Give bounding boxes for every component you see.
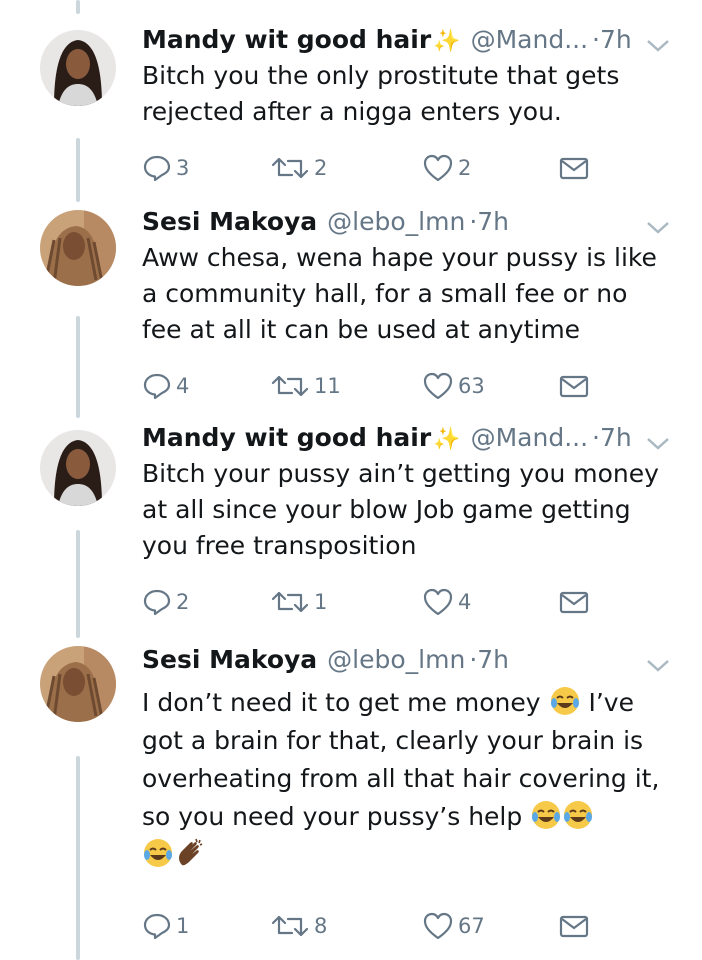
clap-emoji [174,837,206,869]
retweet-icon [270,153,310,183]
direct-message-button[interactable] [558,584,590,620]
like-count: 63 [458,374,485,398]
chevron-down-icon[interactable] [644,30,672,52]
chevron-down-icon[interactable] [644,428,672,450]
joy-emoji [562,799,594,831]
username-handle[interactable]: @lebo_lmn [327,645,465,674]
direct-message-button[interactable] [558,368,590,404]
heart-icon [422,371,454,401]
display-name[interactable]: Sesi Makoya [142,645,317,674]
username-handle[interactable]: @Mand... [471,423,588,452]
envelope-icon [558,371,590,401]
tweet-header: Mandy wit good hair✨ @Mand... ·7h [142,420,672,456]
timestamp[interactable]: 7h [600,423,632,452]
reply-icon [142,911,172,941]
reply-count: 1 [176,914,190,938]
retweet-icon [270,911,310,941]
chevron-down-icon[interactable] [644,650,672,672]
reply-icon [142,371,172,401]
direct-message-button[interactable] [558,150,590,186]
tweet-header: Sesi Makoya @lebo_lmn ·7h [142,642,672,678]
tweet-text: Bitch you the only prostitute that gets … [142,61,620,126]
retweet-icon [270,587,310,617]
heart-icon [422,911,454,941]
retweet-button[interactable]: 2 [270,150,327,186]
like-count: 2 [458,156,472,180]
retweet-button[interactable]: 8 [270,908,327,944]
separator-dot: · [592,423,600,452]
joy-emoji [549,685,581,717]
retweet-count: 11 [314,374,341,398]
heart-icon [422,587,454,617]
tweet-actions: 2 1 4 [142,584,602,620]
like-count: 4 [458,590,472,614]
avatar-image [40,646,116,722]
retweet-count: 8 [314,914,328,938]
display-name[interactable]: Sesi Makoya [142,207,317,236]
thread-line-top [76,0,80,14]
sparkles-emoji: ✨ [433,427,461,452]
tweet-header: Mandy wit good hair✨ @Mand... ·7h [142,22,672,58]
retweet-button[interactable]: 11 [270,368,341,404]
joy-emoji [142,837,174,869]
retweet-count: 1 [314,590,328,614]
tweet[interactable]: Mandy wit good hair✨ @Mand... ·7h Bitch yo… [0,22,702,202]
tweet-actions: 1 8 67 [142,908,602,944]
reply-button[interactable]: 4 [142,368,189,404]
avatar[interactable] [40,646,116,722]
reply-count: 4 [176,374,190,398]
direct-message-button[interactable] [558,908,590,944]
tweet[interactable]: Mandy wit good hair✨ @Mand... ·7h Bitch yo… [0,420,702,638]
display-name[interactable]: Mandy wit good hair [142,423,431,452]
tweet-actions: 3 2 2 [142,150,602,186]
envelope-icon [558,587,590,617]
username-handle[interactable]: @Mand... [471,25,588,54]
envelope-icon [558,911,590,941]
like-button[interactable]: 2 [422,150,471,186]
envelope-icon [558,153,590,183]
reply-icon [142,587,172,617]
display-name[interactable]: Mandy wit good hair [142,25,431,54]
joy-emoji [530,799,562,831]
like-count: 67 [458,914,485,938]
avatar[interactable] [40,30,116,106]
reply-icon [142,153,172,183]
tweet-text: Aww chesa, wena hape your pussy is like … [142,243,657,344]
sparkles-emoji: ✨ [433,29,461,54]
avatar-image [40,30,116,106]
avatar-image [40,210,116,286]
timestamp[interactable]: 7h [600,25,632,54]
avatar[interactable] [40,430,116,506]
retweet-icon [270,371,310,401]
tweet-actions: 4 11 63 [142,368,602,404]
like-button[interactable]: 4 [422,584,471,620]
avatar[interactable] [40,210,116,286]
tweet-text: I don’t need it to get me money I’ve got… [142,684,662,874]
heart-icon [422,153,454,183]
retweet-count: 2 [314,156,328,180]
like-button[interactable]: 67 [422,908,485,944]
reply-button[interactable]: 1 [142,908,189,944]
tweet-header: Sesi Makoya @lebo_lmn ·7h [142,204,672,240]
separator-dot: · [592,25,600,54]
tweet-text-part-1: I don’t need it to get me money [142,688,541,717]
like-button[interactable]: 63 [422,368,485,404]
reply-button[interactable]: 3 [142,150,189,186]
tweet-text: Bitch your pussy ain’t getting you money… [142,459,659,560]
tweet[interactable]: Sesi Makoya @lebo_lmn ·7h I don’t need it … [0,642,702,952]
timestamp[interactable]: 7h [477,207,509,236]
tweet[interactable]: Sesi Makoya @lebo_lmn ·7h Aww chesa, wena … [0,204,702,418]
reply-button[interactable]: 2 [142,584,189,620]
retweet-button[interactable]: 1 [270,584,327,620]
reply-count: 3 [176,156,190,180]
chevron-down-icon[interactable] [644,212,672,234]
avatar-image [40,430,116,506]
username-handle[interactable]: @lebo_lmn [327,207,465,236]
timestamp[interactable]: 7h [477,645,509,674]
reply-count: 2 [176,590,190,614]
